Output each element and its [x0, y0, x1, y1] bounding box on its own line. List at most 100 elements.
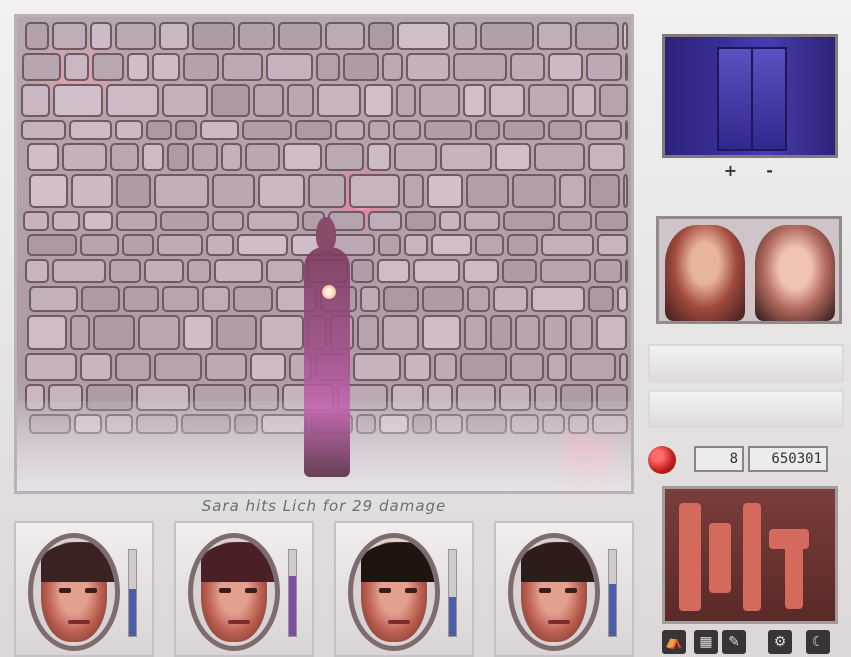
status-strip-1: [648, 344, 844, 382]
npc-portraits[interactable]: [656, 216, 842, 324]
portrait-mouth: [548, 620, 570, 624]
zoom-in-button[interactable]: +: [719, 160, 741, 182]
npc-portrait-left: [665, 225, 745, 321]
journal-icon[interactable]: ✎: [722, 630, 746, 654]
wall-stone: [419, 84, 460, 117]
wall-stone: [405, 211, 436, 231]
rest-icon[interactable]: ☾: [806, 630, 830, 654]
wall-stone: [142, 143, 164, 171]
wall-stone: [623, 174, 628, 208]
wall-stone: [212, 211, 244, 231]
wall-stone: [588, 143, 625, 171]
emblem-stroke: [785, 529, 803, 609]
wall-stone: [541, 234, 594, 256]
wall-stone: [413, 259, 460, 283]
wall-stone: [81, 286, 120, 312]
food-icon[interactable]: [648, 446, 676, 474]
wall-stone: [507, 234, 538, 256]
health-bar-fill: [289, 575, 296, 636]
wall-stone: [360, 286, 380, 312]
wall-stone: [431, 234, 472, 256]
wall-stone: [357, 315, 379, 350]
mage-portrait: [201, 542, 275, 642]
emblem-stroke: [709, 523, 731, 593]
wall-stone: [325, 143, 364, 171]
wall-stone: [62, 143, 107, 171]
map-icon[interactable]: ▦: [694, 630, 718, 654]
wall-stone: [266, 53, 313, 81]
wall-stone: [92, 53, 124, 81]
portrait-frame: [28, 533, 120, 651]
party-slot-4[interactable]: [494, 521, 634, 657]
wall-stone: [490, 315, 512, 350]
wall-stone: [283, 143, 322, 171]
wall-stone: [146, 120, 172, 140]
wall-stone: [512, 174, 556, 208]
health-bar-fill: [129, 588, 136, 636]
lich-monster[interactable]: [302, 217, 352, 477]
wall-stone: [543, 315, 567, 350]
wall-stone: [404, 234, 428, 256]
wall-stone: [453, 53, 507, 81]
wall-stone: [463, 84, 486, 117]
fighter-portrait: [41, 542, 115, 642]
wall-stone: [480, 22, 534, 50]
options-icon[interactable]: ⚙: [768, 630, 792, 654]
wall-stone: [152, 53, 180, 81]
wall-stone: [351, 259, 374, 283]
wall-stone: [367, 143, 391, 171]
wall-stone: [154, 353, 202, 381]
wall-stone: [123, 286, 159, 312]
wall-stone: [64, 53, 89, 81]
wall-stone: [69, 120, 112, 140]
wall-stone: [162, 286, 199, 312]
party-slot-2[interactable]: [174, 521, 314, 657]
wall-stone: [52, 22, 87, 50]
portrait-frame: [508, 533, 600, 651]
wall-stone: [187, 259, 211, 283]
wall-stone: [547, 353, 567, 381]
party-bar: [14, 521, 634, 657]
door-icon: [717, 47, 787, 151]
lich-robe: [304, 247, 350, 477]
wall-stone: [308, 174, 346, 208]
portrait-eye: [85, 588, 97, 593]
wall-stone: [222, 53, 263, 81]
dungeon-view[interactable]: [14, 14, 634, 494]
food-count: 8: [694, 446, 744, 472]
wall-stone: [503, 120, 545, 140]
party-slot-3[interactable]: [334, 521, 474, 657]
portrait-hair: [41, 542, 115, 582]
wall-stone: [317, 84, 361, 117]
wall-stone: [175, 120, 197, 140]
wall-stone: [528, 84, 569, 117]
wall-stone: [242, 120, 292, 140]
wall-stone: [144, 259, 184, 283]
wall-stone: [214, 259, 263, 283]
status-strip-2: [648, 390, 844, 428]
wall-stone: [115, 120, 143, 140]
wall-stone: [404, 353, 431, 381]
automap[interactable]: [662, 34, 838, 158]
wall-stone: [122, 234, 154, 256]
zoom-out-button[interactable]: -: [759, 160, 781, 182]
portrait-mouth: [228, 620, 250, 624]
combat-message: Sara hits Lich for 29 damage: [201, 497, 447, 515]
wall-stone: [510, 53, 545, 81]
wall-stone: [349, 174, 400, 208]
wall-stone: [625, 53, 628, 81]
portrait-hair: [521, 542, 595, 582]
wall-stone: [460, 353, 507, 381]
wall-stone: [489, 84, 525, 117]
wall-stone: [238, 22, 275, 50]
wall-stone: [588, 286, 614, 312]
wall-stone: [83, 211, 113, 231]
camp-icon[interactable]: ⛺: [662, 630, 686, 654]
wall-stone: [595, 211, 628, 231]
wall-stone: [502, 259, 537, 283]
wall-stone: [27, 234, 77, 256]
portrait-eye: [245, 588, 257, 593]
wall-stone: [250, 353, 286, 381]
wall-stone: [368, 120, 390, 140]
party-slot-1[interactable]: [14, 521, 154, 657]
